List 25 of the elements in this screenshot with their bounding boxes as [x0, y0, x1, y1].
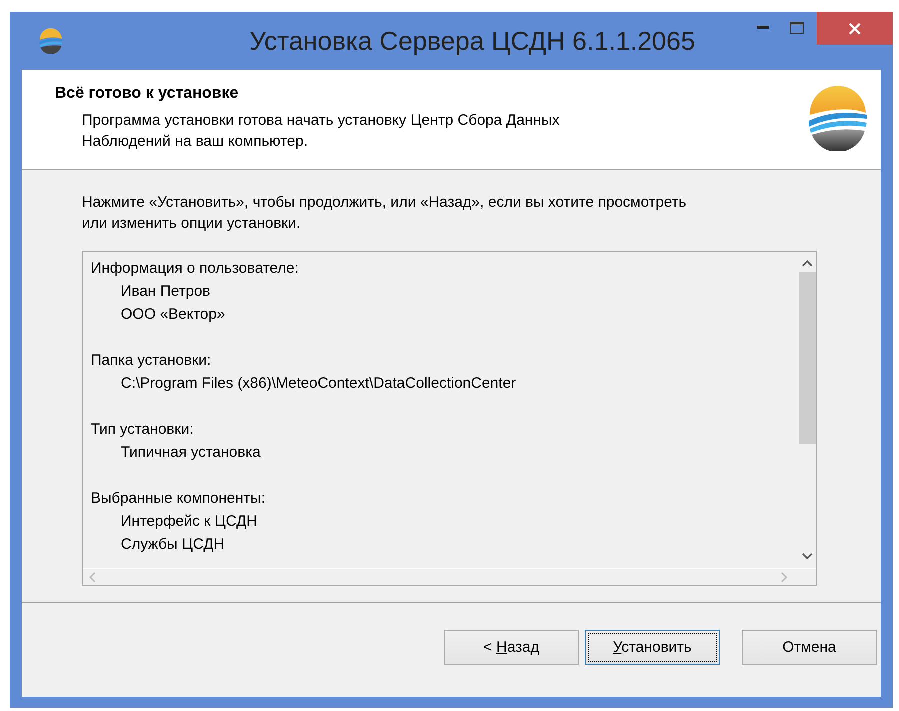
scrollbar-thumb[interactable] [799, 272, 816, 444]
summary-value: ООО «Вектор» [120, 305, 226, 325]
minimize-icon [757, 26, 769, 30]
summary-heading: Выбранные компоненты: [91, 489, 266, 509]
instruction-text: Нажмите «Установить», чтобы продолжить, или «Назад», если вы хотите просмотреть или изменить опции установки. [82, 193, 688, 234]
scroll-up-icon[interactable] [802, 260, 813, 267]
page-title: Всё готово к установке [55, 85, 240, 103]
dialog-button[interactable]: Установить [585, 630, 720, 664]
close-icon [849, 22, 861, 34]
summary-heading: Тип установки: [91, 420, 195, 440]
summary-value: Службы ЦСДН [120, 535, 226, 555]
scroll-down-icon[interactable] [802, 553, 813, 560]
dialog-button[interactable]: < Назад [444, 630, 579, 664]
summary-value: C:\Program Files (x86)\MeteoContext\DataCollectionCenter [120, 374, 518, 394]
dialog-button[interactable]: Отмена [742, 630, 877, 664]
page-subtitle: Программа установки готова начать установку Центр Сбора Данных Наблюдений на ваш компьютер. [82, 111, 561, 152]
summary-value: Иван Петров [120, 282, 212, 302]
summary-value: Интерфейс к ЦСДН [120, 512, 259, 532]
summary-heading: Информация о пользователе: [91, 259, 300, 279]
close-button[interactable] [817, 12, 893, 45]
summary-heading: Папка установки: [91, 351, 212, 371]
maximize-icon [790, 22, 804, 34]
summary-value: Типичная установка [120, 443, 262, 463]
window-title: Установка Сервера ЦСДН 6.1.1.2065 [250, 26, 696, 56]
logo-icon [38, 28, 64, 54]
